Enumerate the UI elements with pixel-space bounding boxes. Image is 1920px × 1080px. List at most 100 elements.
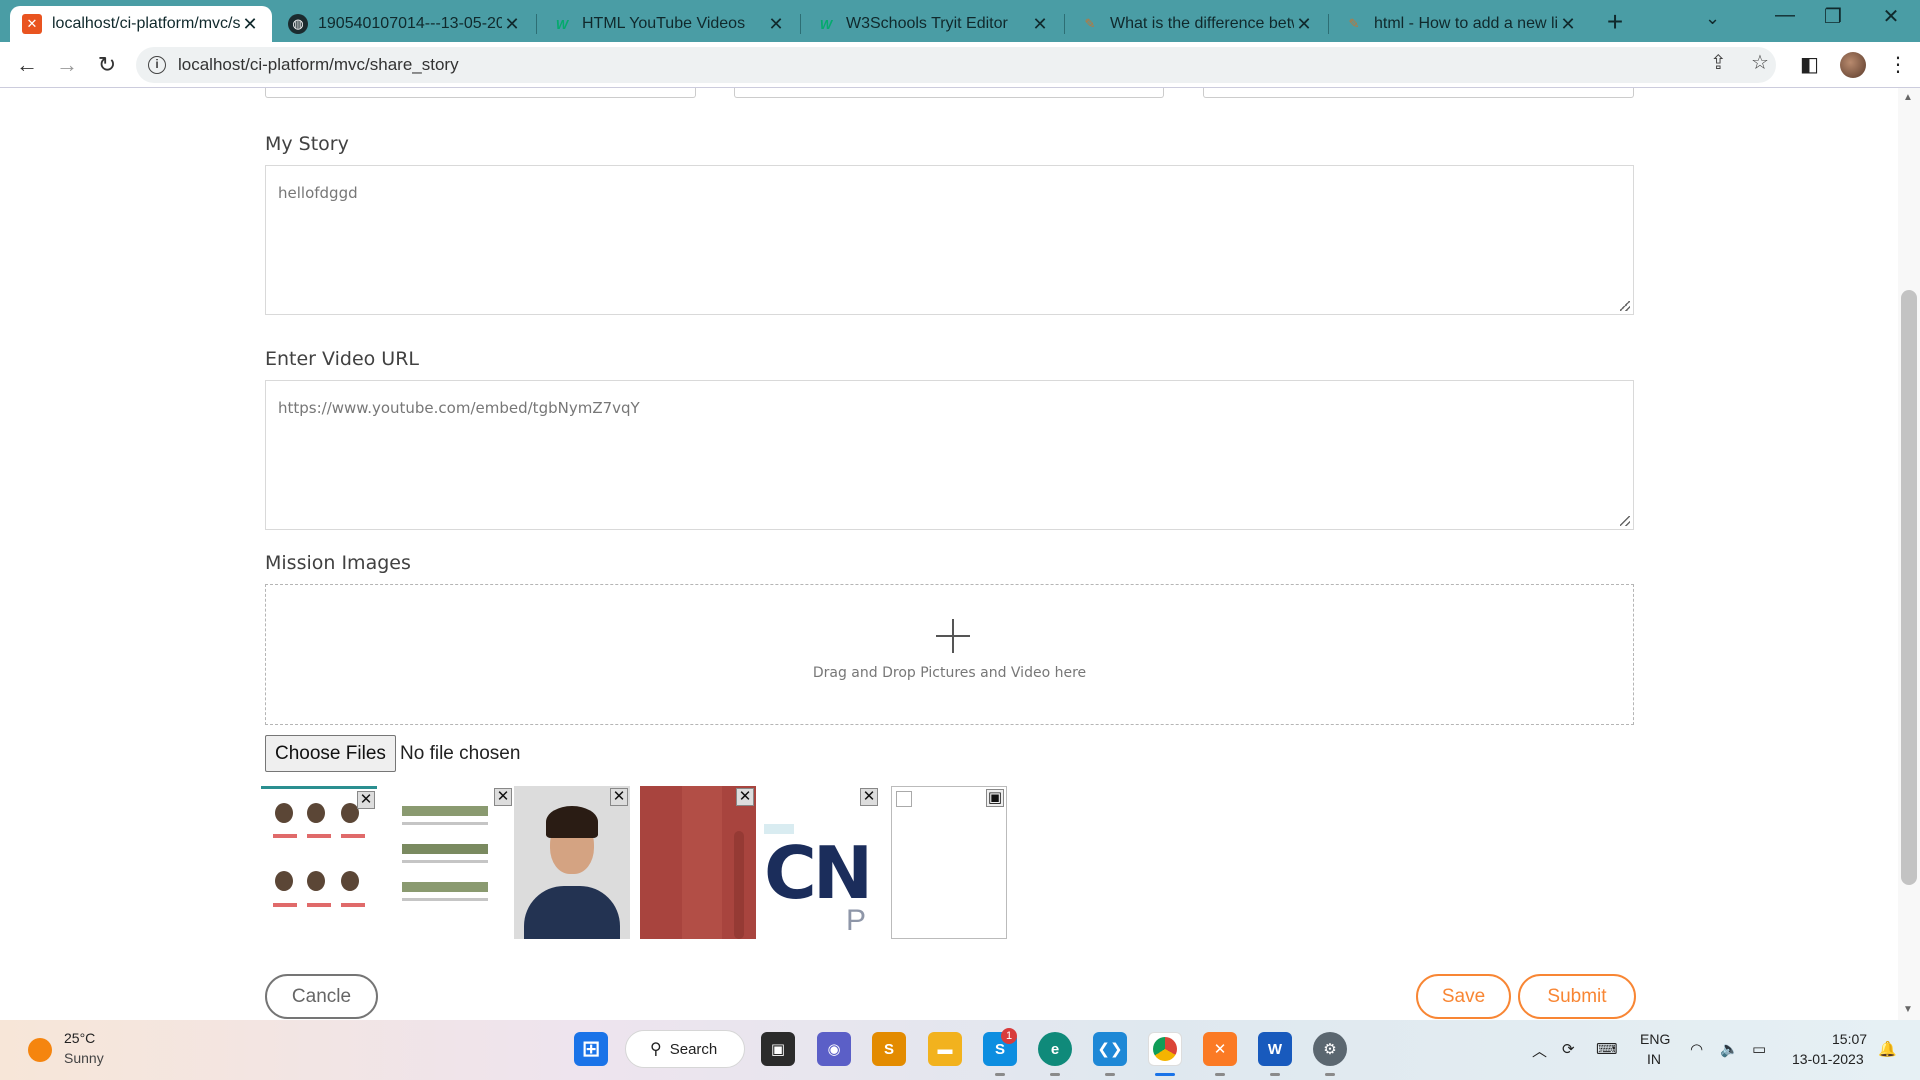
remove-image-close-icon[interactable]: ✕ [610, 788, 628, 806]
dropzone-hint: Drag and Drop Pictures and Video here [812, 665, 1087, 681]
task-view-icon[interactable]: ▣ [761, 1032, 795, 1066]
clock-date[interactable]: 13-01-2023 [1792, 1051, 1864, 1067]
language-indicator[interactable]: ENG [1640, 1031, 1670, 1047]
running-indicator [1270, 1073, 1280, 1076]
cancel-button[interactable]: Cancle [265, 974, 378, 1019]
edge-browser-icon[interactable]: e [1038, 1032, 1072, 1066]
tab-close-icon[interactable]: ✕ [1558, 14, 1578, 35]
weather-condition[interactable]: Sunny [64, 1050, 104, 1066]
scroll-down-icon[interactable]: ▼ [1903, 1004, 1913, 1015]
weather-temperature[interactable]: 25°C [64, 1030, 95, 1046]
image-thumbnail: ✕ [640, 786, 756, 939]
tab-search-chevron-icon[interactable]: ⌄ [1705, 8, 1720, 29]
menu-kebab-icon[interactable]: ⋮ [1888, 52, 1908, 77]
taskbar-search-label: Search [669, 1040, 718, 1058]
scroll-up-icon[interactable]: ▲ [1903, 92, 1913, 103]
search-icon: ⚲ [650, 1041, 662, 1058]
running-indicator [995, 1073, 1005, 1076]
stackoverflow-icon: ✎ [1084, 16, 1096, 31]
remove-image-close-icon[interactable]: ✕ [494, 788, 512, 806]
settings-gear-icon[interactable]: ⚙ [1313, 1032, 1347, 1066]
tab-close-icon[interactable]: ✕ [766, 14, 786, 35]
tab-share-story[interactable]: ✕ localhost/ci-platform/mvc/s ✕ [10, 6, 272, 42]
chrome-icon[interactable] [1148, 1032, 1182, 1066]
tab-close-icon[interactable]: ✕ [502, 14, 522, 35]
chrome-logo-icon [1153, 1037, 1177, 1061]
tab-title: html - How to add a new li [1374, 15, 1558, 32]
xampp-icon[interactable]: ✕ [1203, 1032, 1237, 1066]
mission-images-label: Mission Images [265, 552, 411, 574]
tab-title: localhost/ci-platform/mvc/s [52, 15, 240, 32]
keyboard-icon[interactable]: ⌨ [1596, 1040, 1618, 1058]
story-text: hellofdggd [278, 184, 358, 202]
reload-icon[interactable]: ↻ [92, 50, 122, 80]
tab-stackoverflow-difference[interactable]: ✎ What is the difference betw ✕ [1068, 6, 1326, 42]
notifications-icon[interactable]: 🔔 [1878, 1040, 1897, 1058]
share-story-page: My Story hellofdggd Enter Video URL http… [0, 88, 1920, 1020]
side-panel-icon[interactable]: ◧ [1800, 52, 1819, 77]
windows-start-icon[interactable]: ⊞ [574, 1032, 608, 1066]
taskbar-search[interactable]: ⚲ Search [625, 1030, 745, 1068]
new-tab-icon[interactable]: + [1598, 6, 1632, 40]
tab-title: What is the difference betw [1110, 15, 1294, 32]
remove-image-close-icon[interactable]: ✕ [357, 791, 375, 809]
file-status: No file chosen [400, 743, 521, 764]
broken-image-icon[interactable]: ▣ [986, 789, 1004, 807]
resize-grip-icon[interactable] [1620, 516, 1630, 526]
scrollbar-thumb[interactable] [1901, 290, 1917, 885]
teams-chat-icon[interactable]: ◉ [817, 1032, 851, 1066]
share-icon[interactable]: ⇪ [1710, 50, 1727, 75]
globe-icon: ◍ [288, 14, 308, 34]
tab-close-icon[interactable]: ✕ [1294, 14, 1314, 35]
browser-toolbar: ← → ↻ i localhost/ci-platform/mvc/share_… [0, 42, 1920, 88]
weather-sun-icon[interactable] [28, 1038, 52, 1062]
tab-tryit-editor[interactable]: W W3Schools Tryit Editor ✕ [804, 6, 1062, 42]
minimize-icon[interactable]: — [1765, 4, 1805, 27]
tray-chevron-up-icon[interactable]: ︿ [1532, 1040, 1547, 1061]
back-icon[interactable]: ← [12, 50, 42, 80]
vscode-icon[interactable]: ❮❯ [1093, 1032, 1127, 1066]
video-url-textarea[interactable]: https://www.youtube.com/embed/tgbNymZ7vq… [265, 380, 1634, 530]
tab-close-icon[interactable]: ✕ [240, 14, 260, 35]
submit-button[interactable]: Submit [1518, 974, 1636, 1019]
choose-files-button[interactable]: Choose Files [265, 735, 396, 772]
close-window-icon[interactable]: ✕ [1871, 4, 1911, 29]
tab-title: 190540107014---13-05-202 [318, 15, 502, 32]
address-url[interactable]: localhost/ci-platform/mvc/share_story [178, 55, 459, 75]
sublime-text-icon[interactable]: S [872, 1032, 906, 1066]
battery-icon[interactable]: ▭ [1752, 1040, 1766, 1058]
previous-field-bottom [734, 88, 1164, 98]
onedrive-sync-icon[interactable]: ⟳ [1562, 1040, 1575, 1058]
language-region[interactable]: IN [1647, 1051, 1661, 1067]
volume-icon[interactable]: 🔈 [1720, 1040, 1739, 1058]
clock-time[interactable]: 15:07 [1832, 1031, 1867, 1047]
profile-avatar[interactable] [1840, 52, 1866, 78]
tab-stackoverflow-html[interactable]: ✎ html - How to add a new li ✕ [1332, 6, 1590, 42]
remove-image-close-icon[interactable]: ✕ [860, 788, 878, 806]
tab-html-youtube[interactable]: W HTML YouTube Videos ✕ [540, 6, 798, 42]
story-textarea[interactable]: hellofdggd [265, 165, 1634, 315]
resize-grip-icon[interactable] [1620, 301, 1630, 311]
tab-separator [800, 14, 801, 34]
w3schools-icon: W [555, 16, 569, 32]
tab-pdf[interactable]: ◍ 190540107014---13-05-202 ✕ [276, 6, 534, 42]
save-button[interactable]: Save [1416, 974, 1511, 1019]
bookmark-star-icon[interactable]: ☆ [1751, 50, 1769, 75]
image-thumbnail: CN P ✕ [764, 786, 880, 939]
image-dropzone[interactable]: Drag and Drop Pictures and Video here [265, 584, 1634, 725]
running-indicator [1325, 1073, 1335, 1076]
tab-close-icon[interactable]: ✕ [1030, 14, 1050, 35]
previous-field-bottom [1203, 88, 1634, 98]
restore-icon[interactable]: ❐ [1813, 4, 1853, 29]
site-info-icon[interactable]: i [148, 56, 166, 74]
address-bar[interactable]: i localhost/ci-platform/mvc/share_story [136, 47, 1776, 83]
tab-strip: ✕ localhost/ci-platform/mvc/s ✕ ◍ 190540… [0, 0, 1920, 42]
tab-separator [1064, 14, 1065, 34]
previous-field-bottom [265, 88, 696, 98]
forward-icon[interactable]: → [52, 50, 82, 80]
word-icon[interactable]: W [1258, 1032, 1292, 1066]
wifi-icon[interactable]: ◠ [1690, 1040, 1703, 1058]
file-explorer-icon[interactable]: ▬ [928, 1032, 962, 1066]
remove-image-close-icon[interactable]: ✕ [736, 788, 754, 806]
tab-separator [536, 14, 537, 34]
